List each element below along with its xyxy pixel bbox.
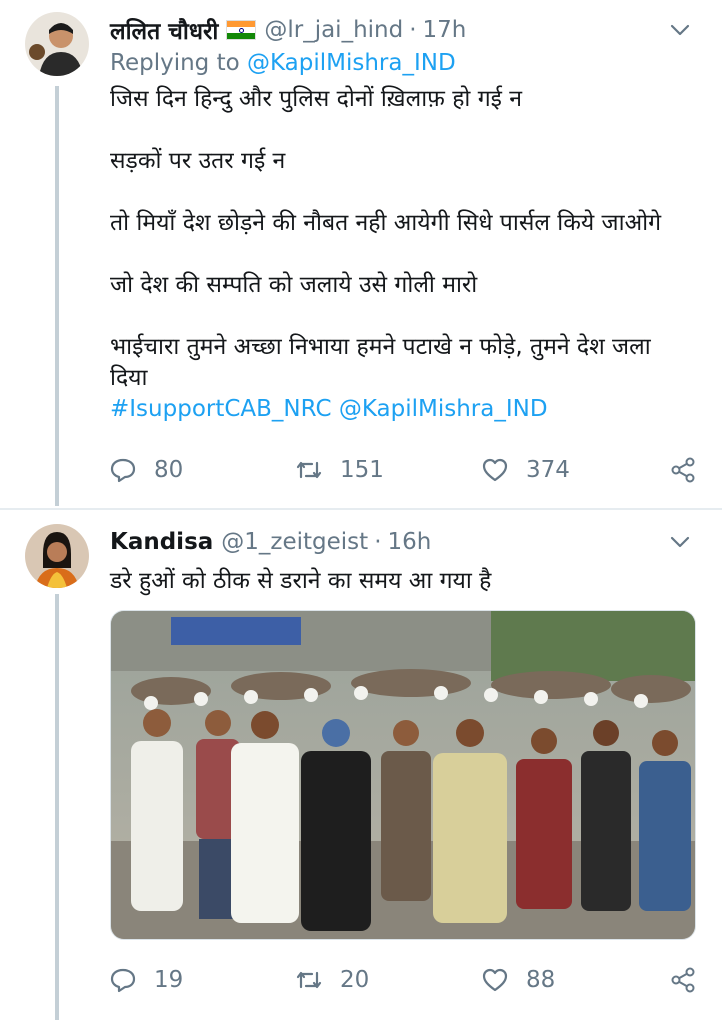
retweet-count: 20 [340,967,370,993]
tweet-actions: 19 20 88 [108,962,702,998]
tweet-paragraph: भाईचारा तुमने अच्छा निभाया हमने पटाखे न … [110,334,651,391]
like-icon [482,458,508,482]
tweet-header: Kandisa @1_zeitgeist · 16h [110,526,702,558]
timestamp[interactable]: 17h [423,17,467,43]
retweet-icon [296,971,322,989]
retweet-button[interactable]: 151 [294,455,384,485]
like-count: 88 [526,967,556,993]
reply-count: 19 [154,967,184,993]
display-name[interactable]: Kandisa [110,529,213,555]
mention-link[interactable]: @KapilMishra_IND [247,50,456,76]
retweet-count: 151 [340,457,384,483]
reply-icon [110,968,136,993]
timestamp[interactable]: 16h [388,529,432,555]
tweet-actions: 80 151 374 [108,452,702,488]
tweet[interactable]: Kandisa @1_zeitgeist · 16h डरे हुओं को ठ… [0,510,722,1024]
tweet-photo[interactable] [110,610,696,940]
hashtag-links[interactable]: #IsupportCAB_NRC @KapilMishra_IND [110,394,682,425]
like-button[interactable]: 374 [480,455,570,485]
user-handle[interactable]: @lr_jai_hind [264,17,403,43]
separator-dot: · [374,529,382,555]
india-flag-icon [226,20,257,40]
thread-line [55,86,59,506]
retweet-button[interactable]: 20 [294,965,369,995]
like-count: 374 [526,457,570,483]
tweet-header: ललित चौधरी @lr_jai_hind · 17h [110,14,702,46]
replying-to-prefix: Replying to [110,50,247,76]
tweet-paragraph: तो मियाँ देश छोड़ने की नौबत नही आयेगी सि… [110,210,662,236]
tweet-paragraph: सड़कों पर उतर गई न [110,148,286,174]
retweet-icon [296,461,322,479]
reply-count: 80 [154,457,184,483]
avatar[interactable] [25,12,89,76]
separator-dot: · [409,17,417,43]
reply-button[interactable]: 80 [108,455,183,485]
tweet-paragraph: जिस दिन हिन्दु और पुलिस दोनों ख़िलाफ़ हो… [110,86,523,112]
like-icon [482,968,508,992]
display-name[interactable]: ललित चौधरी [110,14,218,46]
tweet-text: जिस दिन हिन्दु और पुलिस दोनों ख़िलाफ़ हो… [110,84,682,425]
share-icon [671,967,695,993]
avatar[interactable] [25,524,89,588]
replying-to: Replying to @KapilMishra_IND [110,50,456,76]
share-button[interactable] [668,965,698,995]
reply-icon [110,458,136,483]
tweet-paragraph: जो देश की सम्पति को जलाये उसे गोली मारो [110,272,478,298]
chevron-down-icon[interactable] [668,530,692,554]
share-icon [671,457,695,483]
thread-line [55,594,59,1020]
user-handle[interactable]: @1_zeitgeist [221,529,368,555]
tweet[interactable]: ललित चौधरी @lr_jai_hind · 17h Replying t… [0,0,722,510]
share-button[interactable] [668,455,698,485]
chevron-down-icon[interactable] [668,18,692,42]
like-button[interactable]: 88 [480,965,555,995]
reply-button[interactable]: 19 [108,965,183,995]
tweet-paragraph: डरे हुओं को ठीक से डराने का समय आ गया है [110,568,492,594]
tweet-text: डरे हुओं को ठीक से डराने का समय आ गया है [110,566,682,597]
